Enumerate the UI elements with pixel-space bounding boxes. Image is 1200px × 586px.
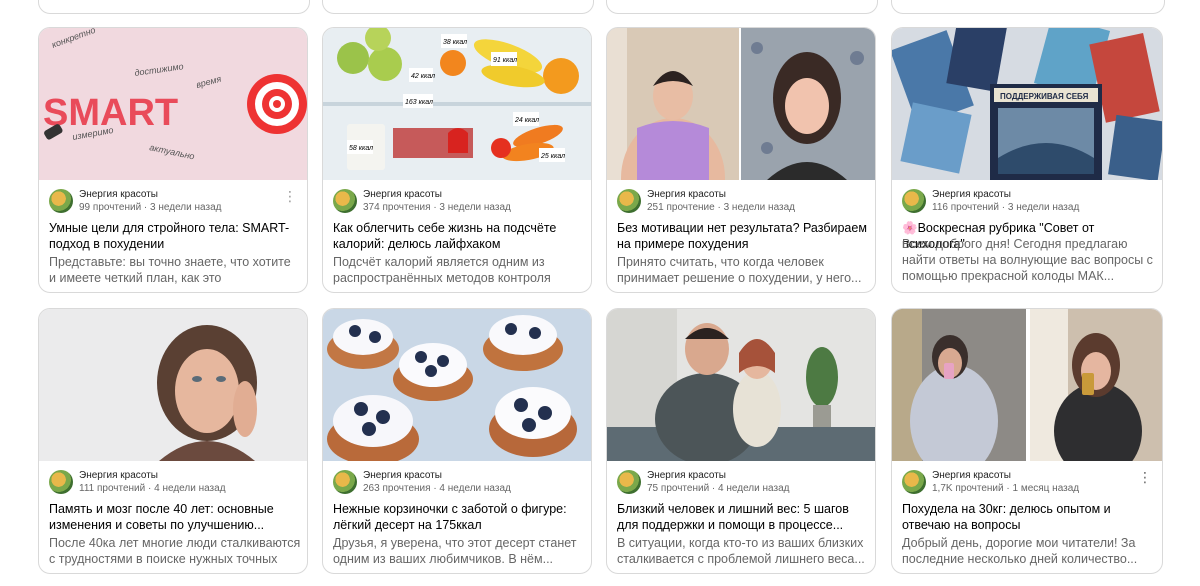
article-title[interactable]: Похудела на 30кг: делюсь опытом и отвеча… xyxy=(902,501,1156,533)
price-tag-2: 91 ккал xyxy=(493,57,517,64)
article-title[interactable]: Память и мозг после 40 лет: основные изм… xyxy=(49,501,301,533)
article-meta: Энергия красоты 1,7K прочтений · 1 месяц… xyxy=(902,470,1152,496)
article-stats: 111 прочтений · 4 недели назад xyxy=(79,483,226,494)
article-card[interactable]: конкретно достижимо время SMART измеримо… xyxy=(38,27,308,293)
article-description[interactable]: Подсчёт калорий является одним из распро… xyxy=(333,254,585,286)
channel-name[interactable]: Энергия красоты xyxy=(932,470,1011,482)
price-tag-6: 24 ккал xyxy=(514,117,539,124)
article-meta: Энергия красоты 251 прочтение · 3 недели… xyxy=(617,189,865,215)
channel-name[interactable]: Энергия красоты xyxy=(79,189,158,201)
article-thumbnail[interactable] xyxy=(323,309,591,461)
channel-avatar[interactable] xyxy=(333,470,357,494)
article-stats: 1,7K прочтений · 1 месяц назад xyxy=(932,483,1080,494)
channel-avatar[interactable] xyxy=(333,189,357,213)
article-stats: 263 прочтения · 4 недели назад xyxy=(363,483,511,494)
card-top-partial-3[interactable] xyxy=(606,0,878,14)
article-thumbnail[interactable] xyxy=(39,309,307,461)
deck-title: ПОДДЕРЖИВАЯ СЕБЯ xyxy=(1000,92,1089,101)
article-thumbnail[interactable] xyxy=(607,28,875,180)
article-meta: Энергия красоты 263 прочтения · 4 недели… xyxy=(333,470,581,496)
article-title[interactable]: Как облегчить себе жизнь на подсчёте кал… xyxy=(333,220,585,252)
article-meta: Энергия красоты 116 прочтений · 3 недели… xyxy=(902,189,1152,215)
article-card[interactable]: Энергия красоты 1,7K прочтений · 1 месяц… xyxy=(891,308,1163,574)
card-top-partial-1[interactable] xyxy=(38,0,310,14)
article-stats: 374 прочтения · 3 недели назад xyxy=(363,202,511,213)
channel-name[interactable]: Энергия красоты xyxy=(932,189,1011,201)
article-description[interactable]: Всем доброго дня! Сегодня предлагаю найт… xyxy=(902,236,1156,284)
article-thumbnail[interactable] xyxy=(892,309,1162,461)
channel-avatar[interactable] xyxy=(617,470,641,494)
article-card[interactable]: Энергия красоты 263 прочтения · 4 недели… xyxy=(322,308,592,574)
article-description[interactable]: Друзья, я уверена, что этот десерт стане… xyxy=(333,535,585,567)
channel-name[interactable]: Энергия красоты xyxy=(79,470,158,482)
channel-avatar[interactable] xyxy=(902,470,926,494)
article-card[interactable]: 38 ккал 91 ккал 42 ккал 163 ккал 58 ккал… xyxy=(322,27,592,293)
channel-avatar[interactable] xyxy=(902,189,926,213)
article-stats: 251 прочтение · 3 недели назад xyxy=(647,202,795,213)
price-tag-3: 42 ккал xyxy=(411,73,435,80)
article-description[interactable]: Добрый день, дорогие мои читатели! За по… xyxy=(902,535,1156,567)
article-meta: Энергия красоты 75 прочтений · 4 недели … xyxy=(617,470,865,496)
card-top-partial-2[interactable] xyxy=(322,0,594,14)
more-menu-icon[interactable]: ⋮ xyxy=(1138,470,1152,484)
article-description[interactable]: Представьте: вы точно знаете, что хотите… xyxy=(49,254,301,286)
article-card[interactable]: Энергия красоты 75 прочтений · 4 недели … xyxy=(606,308,876,574)
channel-name[interactable]: Энергия красоты xyxy=(363,189,442,201)
article-thumbnail[interactable] xyxy=(607,309,875,461)
channel-name[interactable]: Энергия красоты xyxy=(363,470,442,482)
article-stats: 116 прочтений · 3 недели назад xyxy=(932,202,1080,213)
article-description[interactable]: Принято считать, что когда человек прини… xyxy=(617,254,869,286)
article-card[interactable]: Энергия красоты 251 прочтение · 3 недели… xyxy=(606,27,876,293)
article-description[interactable]: В ситуации, когда кто-то из ваших близки… xyxy=(617,535,869,567)
price-tag-1: 38 ккал xyxy=(443,39,467,46)
price-tag-5: 58 ккал xyxy=(349,145,373,152)
channel-name[interactable]: Энергия красоты xyxy=(647,189,726,201)
price-tag-7: 25 ккал xyxy=(540,153,565,160)
article-meta: Энергия красоты 111 прочтений · 4 недели… xyxy=(49,470,297,496)
article-title[interactable]: Близкий человек и лишний вес: 5 шагов дл… xyxy=(617,501,869,533)
article-thumbnail[interactable]: конкретно достижимо время SMART измеримо… xyxy=(39,28,307,180)
article-description[interactable]: После 40ка лет многие люди сталкиваются … xyxy=(49,535,301,567)
article-thumbnail[interactable]: ПОДДЕРЖИВАЯ СЕБЯ xyxy=(892,28,1162,180)
article-title[interactable]: Без мотивации нет результата? Разбираем … xyxy=(617,220,869,252)
channel-name[interactable]: Энергия красоты xyxy=(647,470,726,482)
card-top-partial-4[interactable] xyxy=(891,0,1165,14)
channel-avatar[interactable] xyxy=(617,189,641,213)
channel-avatar[interactable] xyxy=(49,470,73,494)
article-stats: 99 прочтений · 3 недели назад xyxy=(79,202,222,213)
price-tag-4: 163 ккал xyxy=(405,99,433,106)
article-stats: 75 прочтений · 4 недели назад xyxy=(647,483,790,494)
more-menu-icon[interactable]: ⋮ xyxy=(283,189,297,203)
channel-avatar[interactable] xyxy=(49,189,73,213)
article-thumbnail[interactable]: 38 ккал 91 ккал 42 ккал 163 ккал 58 ккал… xyxy=(323,28,591,180)
article-meta: Энергия красоты 99 прочтений · 3 недели … xyxy=(49,189,297,215)
article-title[interactable]: Умные цели для стройного тела: SMART-под… xyxy=(49,220,301,252)
article-card[interactable]: Энергия красоты 111 прочтений · 4 недели… xyxy=(38,308,308,574)
article-title[interactable]: Нежные корзиночки с заботой о фигуре: лё… xyxy=(333,501,585,533)
article-meta: Энергия красоты 374 прочтения · 3 недели… xyxy=(333,189,581,215)
article-card[interactable]: ПОДДЕРЖИВАЯ СЕБЯ Энергия красоты 116 про… xyxy=(891,27,1163,293)
